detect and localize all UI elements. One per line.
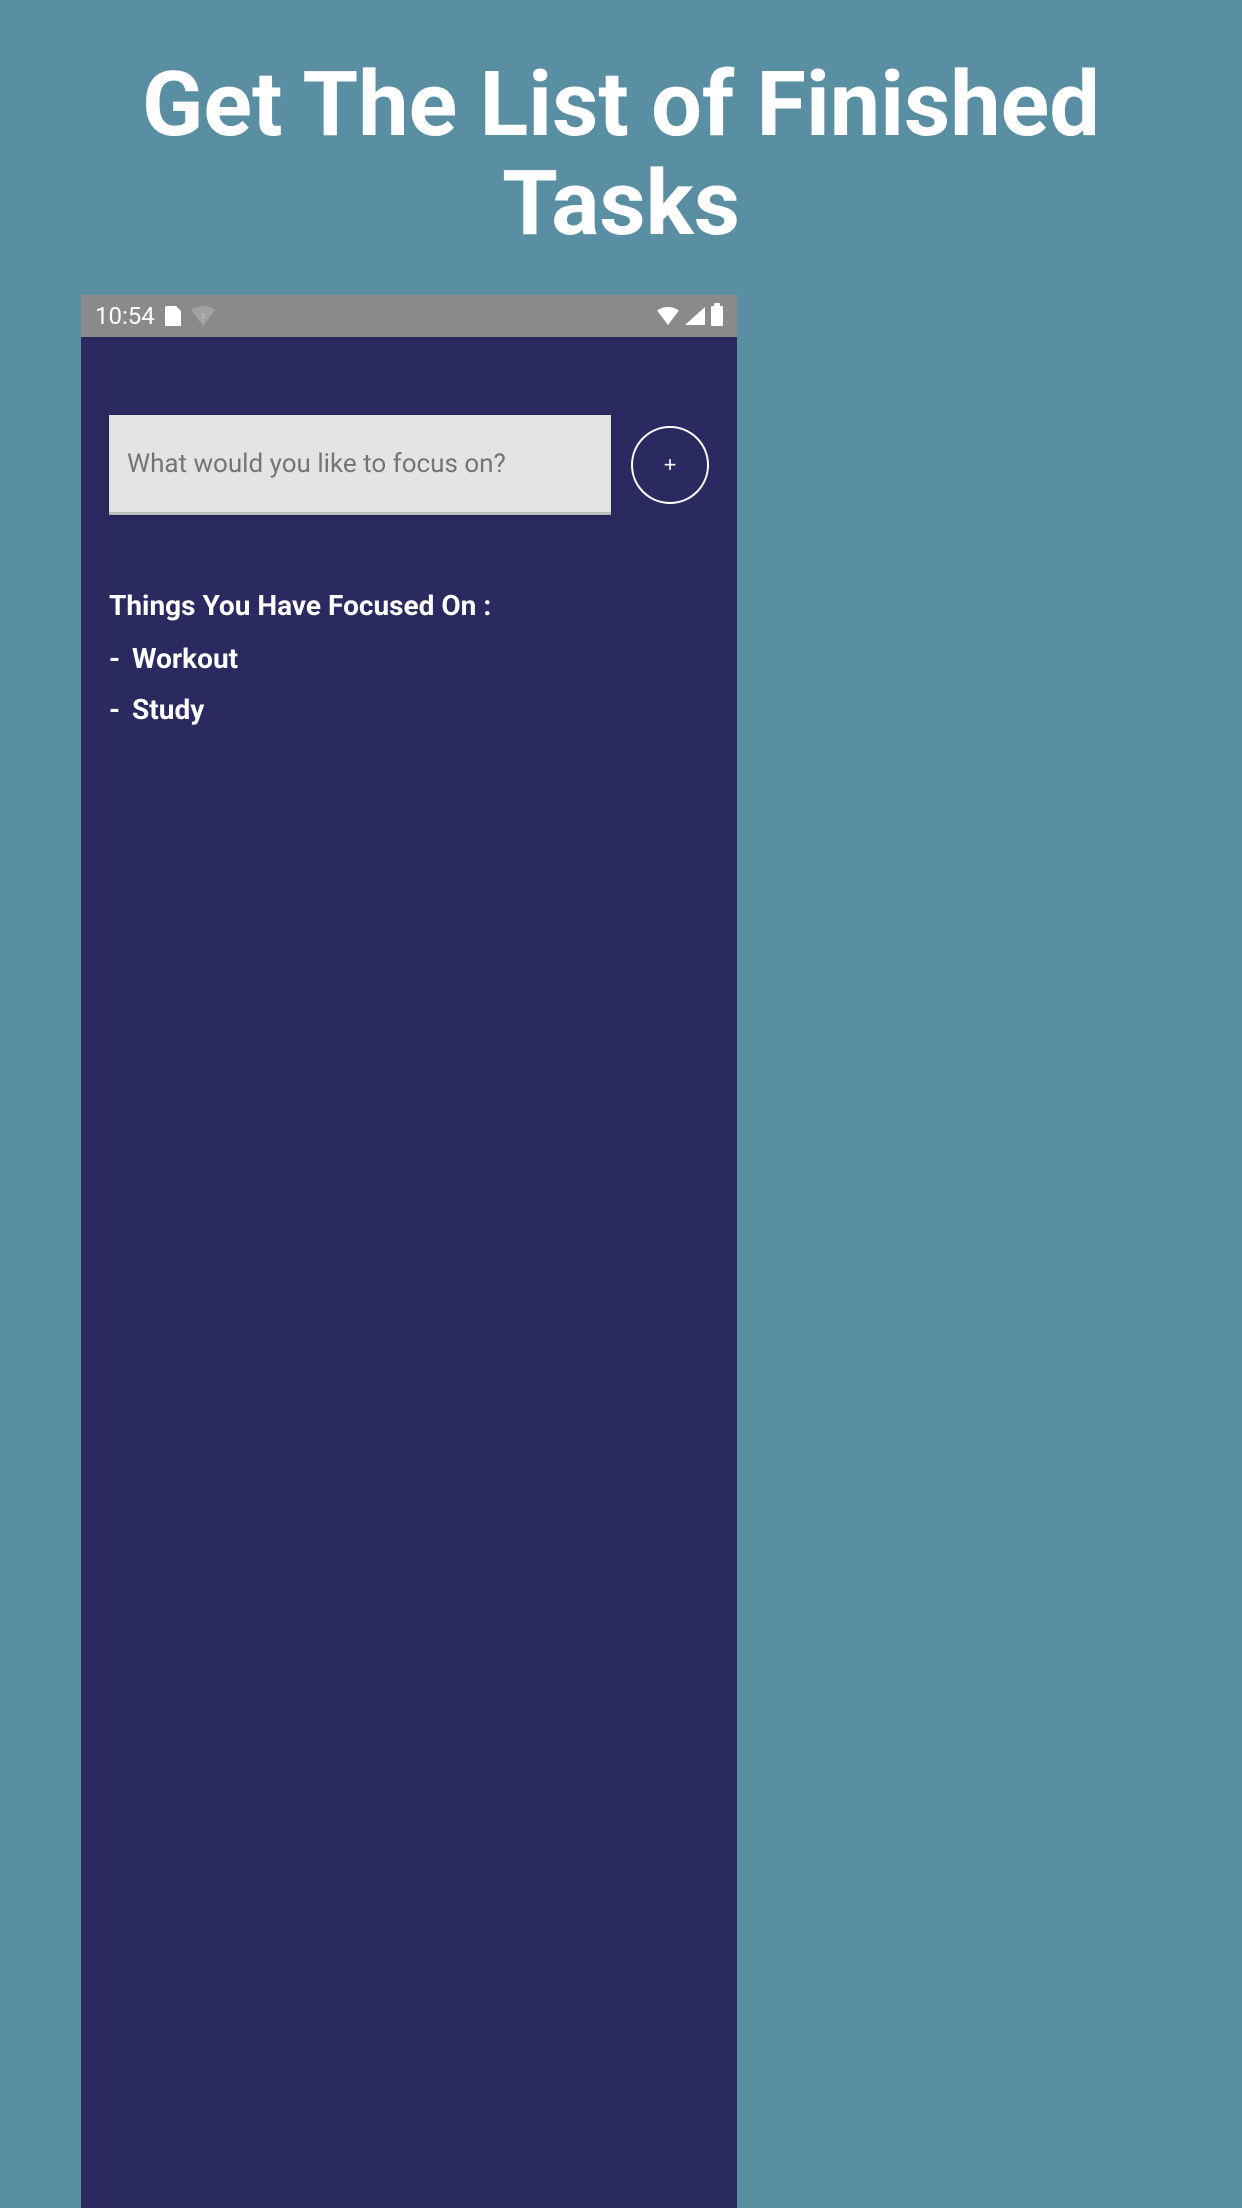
status-bar-left: 10:54 ? <box>95 302 215 330</box>
status-bar-right <box>657 306 723 326</box>
task-list: - Workout - Study <box>109 642 709 726</box>
svg-text:?: ? <box>200 313 205 324</box>
app-content: + Things You Have Focused On : - Workout… <box>81 337 737 726</box>
task-label: Study <box>132 693 204 726</box>
focus-input[interactable] <box>109 415 611 515</box>
wifi-unknown-icon: ? <box>191 306 215 326</box>
promo-title: Get The List of Finished Tasks <box>0 0 1242 253</box>
task-item: - Study <box>109 693 709 726</box>
focused-section-heading: Things You Have Focused On : <box>109 589 709 622</box>
task-label: Workout <box>132 642 238 675</box>
task-item: - Workout <box>109 642 709 675</box>
task-bullet: - <box>109 693 120 726</box>
status-time: 10:54 <box>95 302 155 330</box>
sd-card-icon <box>165 306 181 326</box>
focus-input-row: + <box>109 415 709 515</box>
add-task-button[interactable]: + <box>631 426 709 504</box>
status-bar: 10:54 ? <box>81 295 737 337</box>
phone-frame: 10:54 ? + Things You Have Focused <box>81 295 737 2208</box>
wifi-icon <box>657 307 679 325</box>
battery-icon <box>711 306 723 326</box>
cell-signal-icon <box>685 307 705 325</box>
task-bullet: - <box>109 642 120 675</box>
